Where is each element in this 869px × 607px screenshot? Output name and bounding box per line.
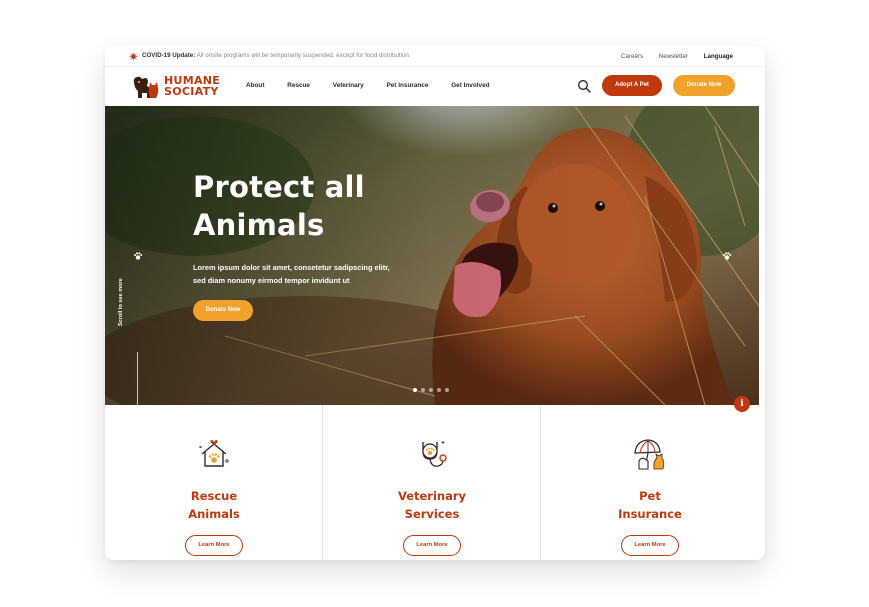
careers-link[interactable]: Careers <box>621 53 643 60</box>
card-pet-insurance: Pet Insurance Learn More <box>541 405 759 560</box>
nav-veterinary[interactable]: Veterinary <box>333 82 364 89</box>
slider-dots <box>413 388 449 394</box>
scroll-hint: Scroll to see more <box>118 278 124 326</box>
notice-message: All onsite programs will be temporarily … <box>195 52 411 59</box>
nav-rescue[interactable]: Rescue <box>287 82 310 89</box>
hero-title: Protect all Animals <box>193 168 423 244</box>
scroll-line <box>137 352 138 405</box>
hero-subtitle: Lorem ipsum dolor sit amet, consetetur s… <box>193 263 390 285</box>
hero-title-line2: Animals <box>193 208 325 242</box>
language-link[interactable]: Language <box>704 53 733 60</box>
umbrella-pets-icon <box>634 439 665 470</box>
browser-frame: COVID-19 Update: All onsite programs wil… <box>105 46 765 560</box>
site-header: HUMANE SOCIATY About Rescue Veterinary P… <box>105 67 765 106</box>
virus-icon <box>129 52 138 61</box>
slider-dot[interactable] <box>437 388 441 392</box>
nav-get-involved[interactable]: Get Involved <box>451 82 489 89</box>
slider-dot[interactable] <box>429 388 433 392</box>
card-veterinary-services: Veterinary Services Learn More <box>323 405 541 560</box>
top-links: Careers Newsletter Language <box>607 53 733 60</box>
brand-line2: SOCIATY <box>164 85 219 98</box>
hero-dog-photo <box>105 106 759 405</box>
card-title-line1: Rescue <box>190 489 238 503</box>
newsletter-link[interactable]: Newsletter <box>659 53 688 60</box>
slider-dot[interactable] <box>421 388 425 392</box>
paw-prev-arrow-icon[interactable] <box>133 251 143 261</box>
dog-cat-logo-icon <box>133 76 159 98</box>
covid-notice-bar: COVID-19 Update: All onsite programs wil… <box>105 46 765 67</box>
card-title-line2: Services <box>404 507 460 521</box>
learn-more-button[interactable]: Learn More <box>403 535 461 556</box>
adopt-a-pet-button[interactable]: Adopt A Pet <box>602 75 662 96</box>
learn-more-button[interactable]: Learn More <box>185 535 243 556</box>
paw-next-arrow-icon[interactable] <box>722 251 732 261</box>
donate-now-header-button[interactable]: Donate Now <box>673 75 735 96</box>
card-rescue-animals: Rescue Animals Learn More <box>105 405 323 560</box>
card-title-line2: Insurance <box>618 507 682 521</box>
service-cards: Rescue Animals Learn More Veterinary Ser… <box>105 405 759 560</box>
card-title: Pet Insurance <box>541 487 759 523</box>
card-title: Veterinary Services <box>323 487 541 523</box>
nav-about[interactable]: About <box>246 82 264 89</box>
notice-headline: COVID-19 Update: <box>142 52 196 59</box>
stethoscope-paw-icon <box>422 441 447 467</box>
hero-banner: Protect all Animals Lorem ipsum dolor si… <box>105 106 759 405</box>
main-nav: About Rescue Veterinary Pet Insurance Ge… <box>246 82 511 89</box>
notice-text: COVID-19 Update: All onsite programs wil… <box>142 52 411 59</box>
search-icon[interactable] <box>577 79 591 93</box>
slider-dot[interactable] <box>445 388 449 392</box>
slider-dot[interactable] <box>413 388 417 392</box>
paw-house-icon <box>199 440 229 467</box>
card-title-line1: Pet <box>639 489 661 503</box>
card-title-line2: Animals <box>188 507 240 521</box>
card-title: Rescue Animals <box>105 487 323 523</box>
learn-more-button[interactable]: Learn More <box>621 535 679 556</box>
card-title-line1: Veterinary <box>397 489 467 503</box>
brand-wordmark: HUMANE SOCIATY <box>164 75 220 97</box>
brand-logo[interactable]: HUMANE SOCIATY <box>131 73 231 101</box>
donate-now-hero-button[interactable]: Donate Now <box>193 300 253 321</box>
hero-title-line1: Protect all <box>193 170 365 204</box>
nav-pet-insurance[interactable]: Pet Insurance <box>386 82 428 89</box>
